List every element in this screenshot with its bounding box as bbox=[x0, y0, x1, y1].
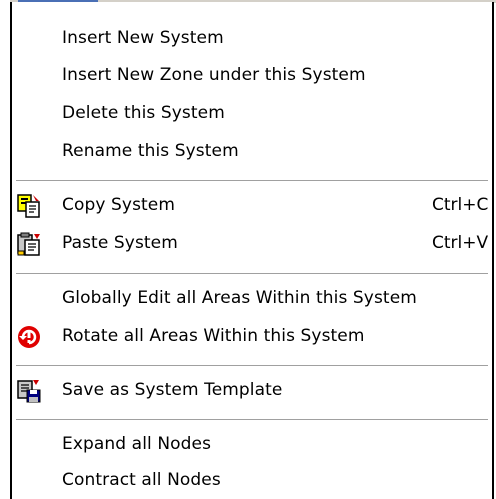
menu-separator bbox=[16, 180, 488, 182]
menu-item-label: Copy System bbox=[62, 195, 176, 215]
menu-item-label: Rename this System bbox=[62, 141, 239, 161]
menu-item-insert-new-system[interactable]: Insert New System bbox=[12, 22, 492, 58]
menu-item-rotate-areas[interactable]: Rotate all Areas Within this System bbox=[12, 320, 492, 356]
menu-item-contract-all-nodes[interactable]: Contract all Nodes bbox=[12, 464, 492, 499]
context-menu: Insert New System Insert New Zone under … bbox=[10, 2, 494, 499]
menu-separator bbox=[16, 419, 488, 421]
menu-item-label: Contract all Nodes bbox=[62, 470, 221, 490]
copy-system-icon bbox=[16, 193, 42, 219]
save-template-icon bbox=[16, 378, 42, 404]
menu-item-label: Insert New System bbox=[62, 28, 224, 48]
paste-system-icon bbox=[16, 231, 42, 257]
menu-separator bbox=[16, 273, 488, 275]
menu-item-shortcut: Ctrl+V bbox=[432, 233, 489, 253]
menu-item-shortcut: Ctrl+C bbox=[432, 195, 489, 215]
menu-item-label: Save as System Template bbox=[62, 380, 283, 400]
rotate-icon bbox=[16, 324, 42, 350]
menu-item-save-system-template[interactable]: Save as System Template bbox=[12, 374, 492, 410]
menu-item-expand-all-nodes[interactable]: Expand all Nodes bbox=[12, 428, 492, 464]
menu-item-rename-system[interactable]: Rename this System bbox=[12, 135, 492, 171]
menu-item-copy-system[interactable]: Copy System Ctrl+C bbox=[12, 189, 492, 225]
menu-item-label: Rotate all Areas Within this System bbox=[62, 326, 365, 346]
menu-item-label: Expand all Nodes bbox=[62, 434, 212, 454]
menu-item-label: Globally Edit all Areas Within this Syst… bbox=[62, 288, 417, 308]
menu-separator bbox=[16, 365, 488, 367]
menu-item-insert-new-zone[interactable]: Insert New Zone under this System bbox=[12, 59, 492, 95]
menu-item-delete-system[interactable]: Delete this System bbox=[12, 97, 492, 133]
menu-item-label: Delete this System bbox=[62, 103, 225, 123]
menu-item-label: Insert New Zone under this System bbox=[62, 65, 366, 85]
menu-item-label: Paste System bbox=[62, 233, 178, 253]
menu-item-paste-system[interactable]: Paste System Ctrl+V bbox=[12, 227, 492, 263]
menu-item-globally-edit-areas[interactable]: Globally Edit all Areas Within this Syst… bbox=[12, 282, 492, 318]
